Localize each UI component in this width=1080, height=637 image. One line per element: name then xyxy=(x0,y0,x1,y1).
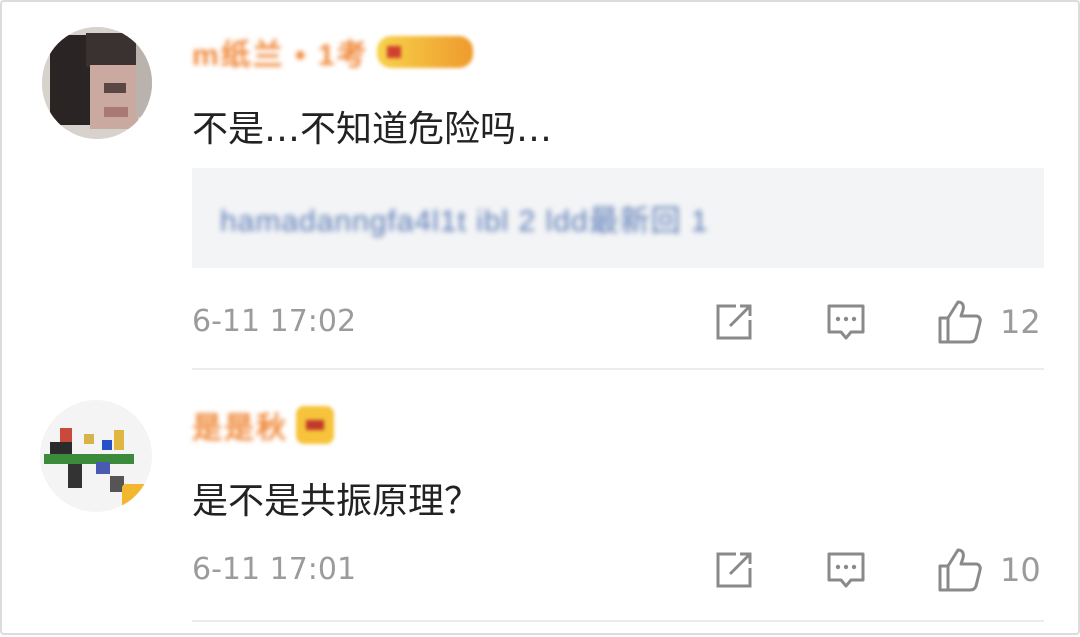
username-row[interactable]: m纸兰 • 1考 xyxy=(192,32,473,72)
like-button[interactable]: 12 xyxy=(936,300,1041,344)
avatar-tile xyxy=(50,35,90,125)
divider xyxy=(192,620,1044,622)
like-icon xyxy=(938,548,982,592)
share-icon xyxy=(716,304,752,340)
avatar-tile xyxy=(84,434,94,444)
like-icon xyxy=(938,300,982,344)
reply-icon xyxy=(827,304,865,340)
share-icon xyxy=(716,552,752,588)
avatar[interactable] xyxy=(42,27,152,139)
avatar-tile xyxy=(90,65,138,129)
timestamp: 6-11 17:02 xyxy=(192,304,357,339)
timestamp: 6-11 17:01 xyxy=(192,552,357,587)
username[interactable]: m纸兰 • 1考 xyxy=(192,30,369,74)
verified-badge-icon xyxy=(122,484,150,512)
avatar[interactable] xyxy=(40,400,152,512)
avatar-tile xyxy=(136,37,152,117)
reply-icon xyxy=(827,552,865,588)
quoted-reply-text: hamadanngfa4l1t ibl 2 ldd最新回 1 xyxy=(220,205,709,238)
avatar-tile xyxy=(96,462,110,474)
comment-meta: 6-11 17:02 12 xyxy=(192,300,1044,344)
quoted-reply-box[interactable]: hamadanngfa4l1t ibl 2 ldd最新回 1 xyxy=(192,168,1044,268)
member-badge-icon xyxy=(376,36,473,68)
member-badge-icon xyxy=(296,406,334,444)
reply-button[interactable] xyxy=(824,300,868,344)
avatar-tile xyxy=(68,464,82,488)
comment-list: m纸兰 • 1考 不是…不知道危险吗… hamadanngfa4l1t ibl … xyxy=(0,0,1080,635)
comment-item: m纸兰 • 1考 不是…不知道危险吗… hamadanngfa4l1t ibl … xyxy=(2,2,1080,370)
like-button[interactable]: 10 xyxy=(936,548,1041,592)
avatar-tile xyxy=(114,430,124,450)
comment-text: 不是…不知道危险吗… xyxy=(192,109,553,150)
share-button[interactable] xyxy=(712,548,756,592)
avatar-tile xyxy=(44,454,134,464)
like-count: 12 xyxy=(1000,303,1041,341)
comment-meta: 6-11 17:01 10 xyxy=(192,548,1044,592)
reply-button[interactable] xyxy=(824,548,868,592)
username-row[interactable]: 是是秋 xyxy=(192,405,334,445)
username[interactable]: 是是秋 xyxy=(192,403,288,447)
avatar-tile xyxy=(104,83,126,93)
avatar-tile xyxy=(86,33,136,67)
avatar-tile xyxy=(102,440,112,450)
like-count: 10 xyxy=(1000,551,1041,589)
comment-text: 是不是共振原理？ xyxy=(192,481,481,522)
comment-item: 是是秋 是不是共振原理？ 6-11 17:01 10 xyxy=(2,370,1080,637)
avatar-tile xyxy=(104,107,128,117)
avatar-tile xyxy=(60,428,72,442)
share-button[interactable] xyxy=(712,300,756,344)
